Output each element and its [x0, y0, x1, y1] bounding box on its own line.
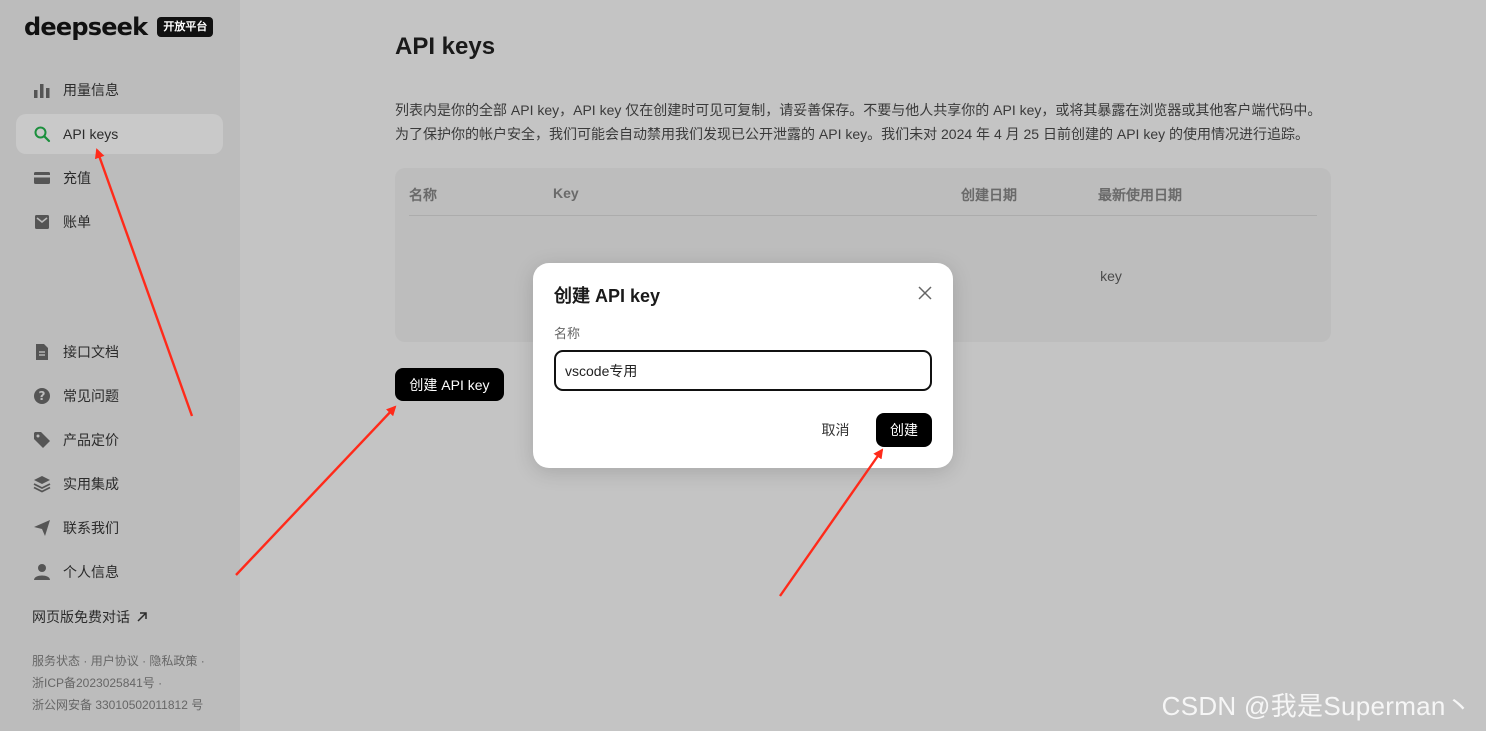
cancel-button[interactable]: 取消	[809, 413, 862, 447]
sidebar-item-profile[interactable]: 个人信息	[16, 552, 223, 592]
sidebar-item-recharge[interactable]: 充值	[16, 158, 223, 198]
sidebar-item-label: 用量信息	[63, 82, 119, 98]
page-description: 列表内是你的全部 API key，API key 仅在创建时可见可复制，请妥善保…	[395, 98, 1395, 146]
question-icon: ?	[33, 387, 51, 405]
sidebar-item-contact[interactable]: 联系我们	[16, 508, 223, 548]
svg-text:?: ?	[39, 389, 46, 403]
brand-name: deepseek	[24, 13, 148, 41]
name-input[interactable]	[554, 350, 932, 391]
close-icon[interactable]	[917, 285, 933, 301]
sidebar: deepseek 开放平台 用量信息 API keys 充值 账单 接口文档 ?…	[0, 0, 240, 731]
column-header-key: Key	[553, 185, 579, 201]
sidebar-item-integrations[interactable]: 实用集成	[16, 464, 223, 504]
bill-icon	[33, 213, 51, 231]
user-icon	[33, 563, 51, 581]
brand-logo[interactable]: deepseek 开放平台	[24, 13, 214, 41]
web-chat-link[interactable]: 网页版免费对话	[32, 607, 148, 627]
send-icon	[33, 519, 51, 537]
sidebar-item-label: 接口文档	[63, 344, 119, 360]
arrow-to-create-api-key	[235, 405, 397, 576]
sidebar-item-label: 充值	[63, 170, 91, 186]
service-status-link[interactable]: 服务状态	[32, 654, 80, 668]
web-chat-label: 网页版免费对话	[32, 609, 130, 625]
external-link-icon	[137, 612, 147, 622]
bar-chart-icon	[33, 81, 51, 99]
create-api-key-dialog: 创建 API key 名称 取消 创建	[533, 263, 953, 468]
card-icon	[33, 169, 51, 187]
sidebar-item-usage[interactable]: 用量信息	[16, 70, 223, 110]
sidebar-item-api-keys[interactable]: API keys	[16, 114, 223, 154]
footer-links: 服务状态 · 用户协议 · 隐私政策 · 浙ICP备2023025841号 · …	[32, 654, 205, 712]
user-agreement-link[interactable]: 用户协议	[91, 654, 139, 668]
tag-icon	[33, 431, 51, 449]
sidebar-item-faq[interactable]: ? 常见问题	[16, 376, 223, 416]
sidebar-item-bills[interactable]: 账单	[16, 202, 223, 242]
brand-badge: 开放平台	[157, 17, 214, 37]
column-header-last-used: 最新使用日期	[1098, 187, 1182, 203]
search-icon	[33, 125, 51, 143]
watermark: CSDN @我是Superman丶	[1161, 691, 1472, 721]
column-header-created: 创建日期	[961, 187, 1017, 203]
layers-icon	[33, 475, 51, 493]
police-record-link[interactable]: 浙公网安备 33010502011812 号	[32, 698, 203, 712]
sidebar-item-label: API keys	[63, 126, 119, 142]
sidebar-item-docs[interactable]: 接口文档	[16, 332, 223, 372]
create-api-key-button[interactable]: 创建 API key	[395, 368, 504, 401]
document-icon	[33, 343, 51, 361]
sidebar-item-label: 产品定价	[63, 432, 119, 448]
icp-link[interactable]: 浙ICP备2023025841号	[32, 676, 155, 690]
page-title: API keys	[395, 33, 496, 60]
table-divider	[409, 215, 1317, 216]
sidebar-item-pricing[interactable]: 产品定价	[16, 420, 223, 460]
sidebar-item-label: 常见问题	[63, 388, 119, 404]
description-line-2: 为了保护你的帐户安全，我们可能会自动禁用我们发现已公开泄露的 API key。我…	[395, 126, 1309, 142]
column-header-name: 名称	[409, 187, 437, 203]
sidebar-item-label: 实用集成	[63, 476, 119, 492]
sidebar-item-label: 账单	[63, 214, 91, 230]
description-line-1: 列表内是你的全部 API key，API key 仅在创建时可见可复制，请妥善保…	[395, 102, 1322, 118]
arrow-to-create-button	[779, 448, 884, 597]
privacy-policy-link[interactable]: 隐私政策	[149, 654, 197, 668]
sidebar-item-label: 个人信息	[63, 564, 119, 580]
dialog-title: 创建 API key	[554, 286, 661, 306]
create-button[interactable]: 创建	[876, 413, 932, 447]
sidebar-item-label: 联系我们	[63, 520, 119, 536]
name-field-label: 名称	[554, 326, 581, 341]
